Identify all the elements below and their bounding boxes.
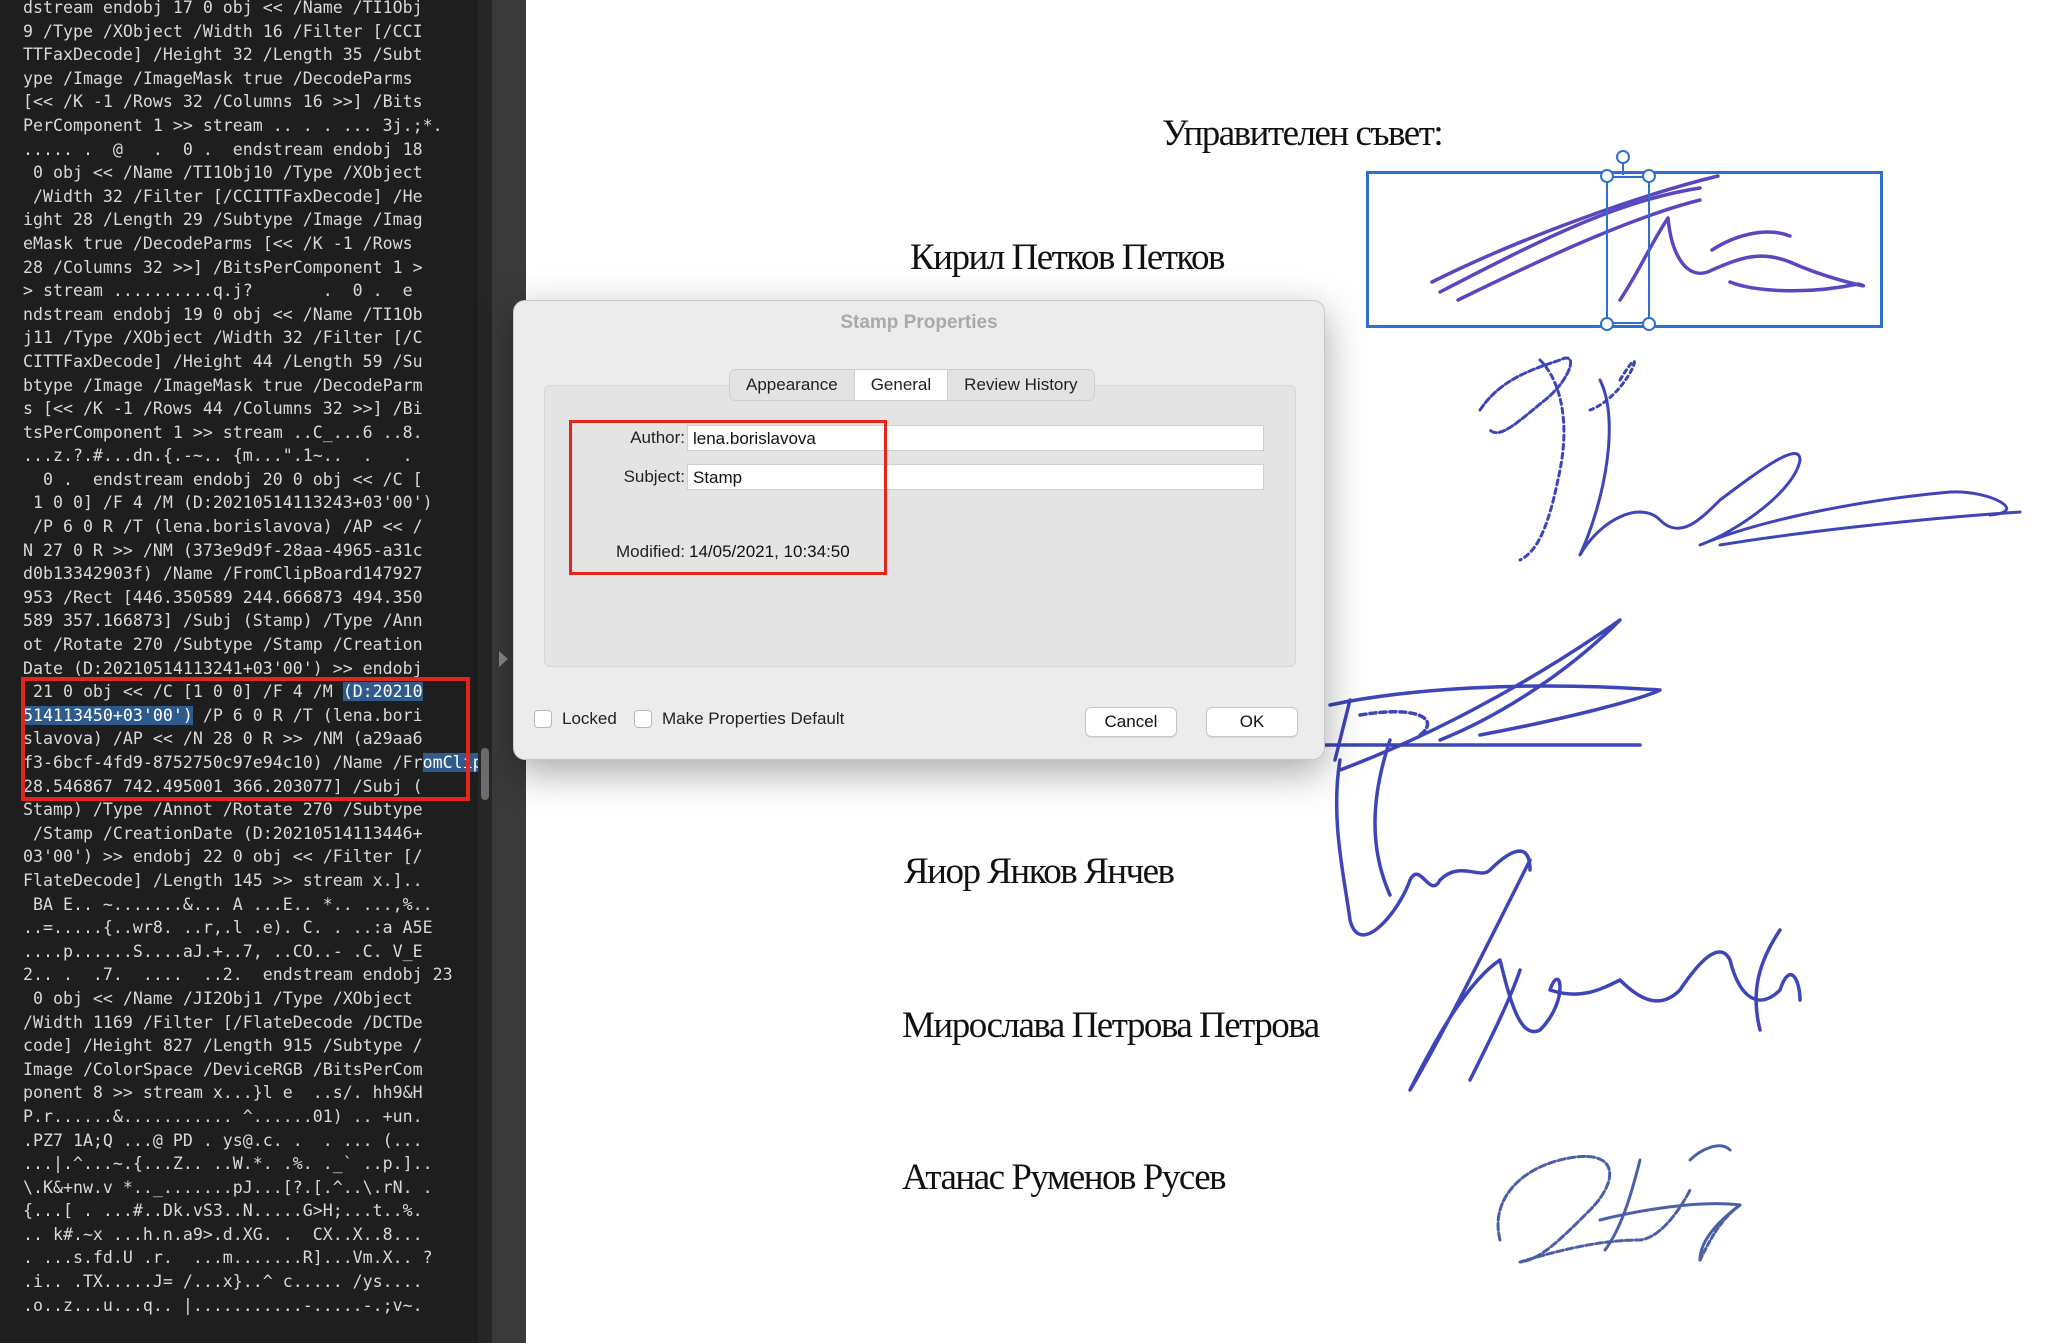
collapse-arrow-icon[interactable] — [499, 651, 508, 667]
source-line: 28.546867 742.495001 366.203077] /Subj ( — [23, 776, 423, 796]
source-line: \.K&+nw.v *.._.......pJ...[?.[.^..\.rN. … — [23, 1177, 433, 1197]
subject-label: Subject: — [623, 467, 685, 486]
source-line: ...|.^...~.{...Z.. ..W.*. .%. ._` ..p.].… — [23, 1154, 433, 1174]
modified-label: Modified: — [616, 542, 685, 561]
source-line: /Width 32 /Filter [/CCITTFaxDecode] /He — [23, 186, 423, 206]
tab-review-history[interactable]: Review History — [948, 370, 1093, 400]
rotate-handle[interactable] — [1616, 150, 1630, 164]
source-line: /P 6 0 R /T (lena.borislavova) /AP << / — [23, 517, 423, 537]
subject-field[interactable]: Stamp — [687, 464, 1264, 490]
dialog-title: Stamp Properties — [840, 312, 998, 333]
source-line: 28 /Columns 32 >>] /BitsPerComponent 1 > — [23, 257, 423, 277]
inner-selection-box[interactable] — [1606, 176, 1650, 324]
source-line: 2.. . .7. .... ..2. endstream endobj 23 — [23, 965, 453, 985]
tab-general[interactable]: General — [853, 370, 949, 400]
source-line: BA E.. ~.......&... A ...E.. *.. ...,%.. — [23, 894, 433, 914]
source-line: TTFaxDecode] /Height 32 /Length 35 /Subt — [23, 45, 423, 65]
signatory-name-4: Атанас Руменов Русев — [902, 1157, 1227, 1198]
signatory-name-2: Яиор Янков Янчев — [904, 851, 1175, 892]
source-line: ...z.?.#...dn.{.-~.. {m...".1~.. . . — [23, 446, 413, 466]
resize-handle-top-right[interactable] — [1642, 169, 1656, 183]
source-line: .o..z...u...q.. |...........-.....-.;v~. — [23, 1295, 423, 1315]
source-line: 0 obj << /Name /TI1Obj10 /Type /XObject — [23, 163, 423, 183]
source-line: code] /Height 827 /Length 915 /Subtype / — [23, 1036, 423, 1056]
source-line: tsPerComponent 1 >> stream ..C_...6 ..8. — [23, 422, 423, 442]
source-line: 9 /Type /XObject /Width 16 /Filter [/CCI — [23, 21, 423, 41]
source-text-segment: slavova) /AP << /N 28 0 R >> /NM (a29aa6 — [23, 729, 423, 749]
source-line: s [<< /K -1 /Rows 44 /Columns 32 >>] /Bi — [23, 399, 423, 419]
modified-value: 14/05/2021, 10:34:50 — [689, 542, 850, 561]
source-line: N 27 0 R >> /NM (373e9d9f-28aa-4965-a31c — [23, 540, 423, 560]
source-line: btype /Image /ImageMask true /DecodeParm — [23, 375, 423, 395]
source-line: .. k#.~x ...h.n.a9>.d.XG. . CX..X..8... — [23, 1224, 423, 1244]
pdf-source-pane: dstream endobj 17 0 obj << /Name /TI1Obj… — [0, 0, 822, 1343]
selected-text-segment[interactable]: (D:20210 — [342, 682, 423, 702]
resize-handle-bottom-left[interactable] — [1600, 317, 1614, 331]
board-heading: Управителен съвет: — [1162, 113, 1444, 154]
source-line: Stamp) /Type /Annot /Rotate 270 /Subtype — [23, 800, 423, 820]
tab-appearance[interactable]: Appearance — [730, 370, 854, 400]
source-line: > stream ..........q.j? . 0 . e — [23, 281, 413, 301]
resize-handle-top-left[interactable] — [1600, 169, 1614, 183]
author-field[interactable]: lena.borislavova — [687, 425, 1264, 451]
source-line: P.r......&........... ^......01) .. +un. — [23, 1106, 423, 1126]
source-line: ight 28 /Length 29 /Subtype /Image /Imag — [23, 210, 423, 230]
source-line: 0 obj << /Name /JI2Obj1 /Type /XObject — [23, 988, 413, 1008]
source-line: ndstream endobj 19 0 obj << /Name /TI1Ob — [23, 304, 423, 324]
source-line: d0b13342903f) /Name /FromClipBoard147927 — [23, 564, 423, 584]
source-line: /Stamp /CreationDate (D:20210514113446+ — [23, 823, 423, 843]
source-line: .i.. .TX.....J= /...x}..^ c..... /ys.... — [23, 1272, 423, 1292]
signatory-name-3: Мирослава Петрова Петрова — [902, 1005, 1320, 1046]
ok-button[interactable]: OK — [1206, 707, 1298, 737]
signatory-name-1: Кирил Петков Петков — [910, 237, 1226, 278]
source-line: ....p......S....aJ.+..7, ..CO..- .C. V_E — [23, 941, 423, 961]
source-line: /Width 1169 /Filter [/FlateDecode /DCTDe — [23, 1012, 423, 1032]
source-text-segment: 21 0 obj << /C [1 0 0] /F 4 /M — [23, 682, 343, 702]
source-line: . ...s.fd.U .r. ...m.......R]...Vm.X.. ? — [23, 1248, 433, 1268]
source-line: 589 357.166873] /Subj (Stamp) /Type /Ann — [23, 611, 423, 631]
selected-text-segment[interactable]: 514113450+03'00') — [23, 705, 193, 725]
source-line: PerComponent 1 >> stream .. . . ... 3j.;… — [23, 115, 443, 135]
source-line-highlighted: slavova) /AP << /N 28 0 R >> /NM (a29aa6 — [23, 727, 468, 751]
source-line: ..=.....{..wr8. ..r,.l .e). C. . ..:a A5… — [23, 918, 433, 938]
source-scrollbar[interactable] — [478, 0, 492, 1343]
source-line-highlighted: 514113450+03'00') /P 6 0 R /T (lena.bori — [23, 704, 468, 728]
pdf-source-text[interactable]: dstream endobj 17 0 obj << /Name /TI1Obj… — [23, 0, 822, 1317]
make-default-checkbox[interactable]: Make Properties Default — [634, 709, 844, 729]
source-line: eMask true /DecodeParms [<< /K -1 /Rows — [23, 233, 413, 253]
source-line: Image /ColorSpace /DeviceRGB /BitsPerCom — [23, 1059, 423, 1079]
resize-handle-bottom-right[interactable] — [1642, 317, 1656, 331]
source-line: 03'00') >> endobj 22 0 obj << /Filter [/ — [23, 847, 423, 867]
locked-checkbox-box[interactable] — [534, 710, 552, 728]
source-line: [<< /K -1 /Rows 32 /Columns 16 >>] /Bits — [23, 92, 423, 112]
source-line: ype /Image /ImageMask true /DecodeParms — [23, 68, 413, 88]
make-default-checkbox-box[interactable] — [634, 710, 652, 728]
cancel-button[interactable]: Cancel — [1085, 707, 1177, 737]
source-line: FlateDecode] /Length 145 >> stream x.].. — [23, 870, 423, 890]
source-line: Date (D:20210514113241+03'00') >> endobj — [23, 658, 423, 678]
tab-bar: Appearance General Review History — [729, 369, 1095, 401]
source-line: {...[ . ...#..Dk.vS3..N.....G>H;...t..%. — [23, 1201, 423, 1221]
source-line-highlighted: 21 0 obj << /C [1 0 0] /F 4 /M (D:20210 — [23, 680, 468, 704]
source-line: 953 /Rect [446.350589 244.666873 494.350 — [23, 587, 423, 607]
stamp-properties-dialog: Stamp Properties Appearance General Revi… — [513, 300, 1325, 760]
source-line: .PZ7 1A;Q ...@ PD . ys@.c. . . ... (... — [23, 1130, 423, 1150]
source-line: CITTFaxDecode] /Height 44 /Length 59 /Su — [23, 351, 423, 371]
locked-checkbox[interactable]: Locked — [534, 709, 617, 729]
source-text-segment: f3-6bcf-4fd9-8752750c97e94c10) /Name /Fr — [23, 753, 423, 772]
author-label: Author: — [630, 428, 685, 447]
source-line: ot /Rotate 270 /Subtype /Stamp /Creation — [23, 635, 423, 655]
locked-label: Locked — [562, 709, 617, 728]
source-line: 1 0 0] /F 4 /M (D:20210514113243+03'00') — [23, 493, 433, 513]
source-line: dstream endobj 17 0 obj << /Name /TI1Obj — [23, 0, 423, 17]
source-line-highlighted: f3-6bcf-4fd9-8752750c97e94c10) /Name /Fr… — [23, 751, 822, 775]
source-line: ..... . @ . 0 . endstream endobj 18 — [23, 139, 423, 159]
scrollbar-thumb[interactable] — [481, 748, 489, 800]
rotate-handle-stem — [1622, 163, 1624, 175]
make-default-label: Make Properties Default — [662, 709, 845, 728]
source-line: j11 /Type /XObject /Width 32 /Filter [/C — [23, 328, 423, 348]
source-line: 0 . endstream endobj 20 0 obj << /C [ — [23, 469, 423, 489]
source-line: ponent 8 >> stream x...}l e ..s/. hh9&H — [23, 1083, 423, 1103]
source-text-segment: /P 6 0 R /T (lena.bori — [192, 705, 423, 725]
